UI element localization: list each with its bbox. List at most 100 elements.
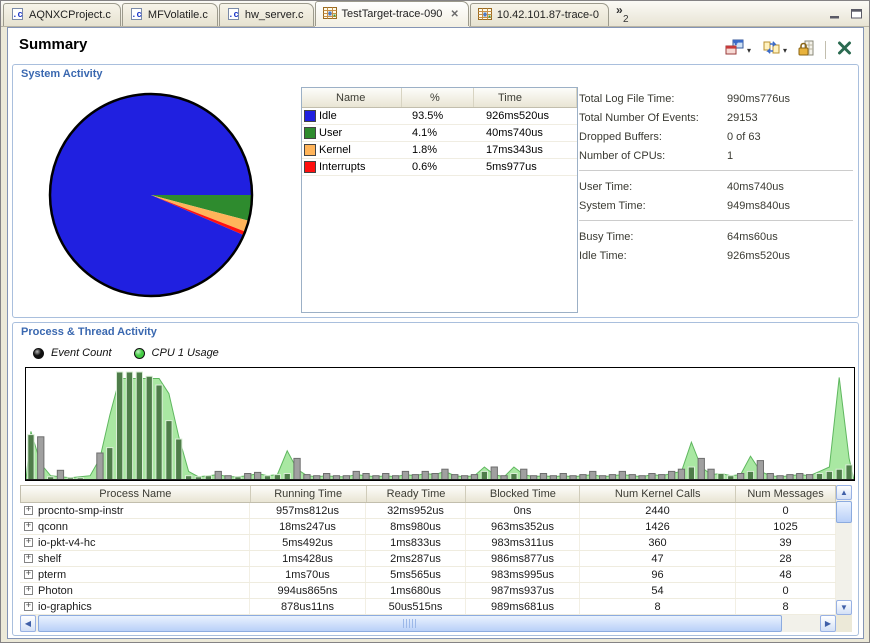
process-table-column-header[interactable]: Ready Time [367,486,467,502]
stat-value: 990ms776us [727,92,790,105]
horizontal-scroll-thumb[interactable] [38,615,782,632]
activity-chart-legend: Event Count CPU 1 Usage [33,347,219,359]
stat-value: 949ms840us [727,199,790,212]
svg-text:.c: .c [228,10,239,20]
running-time-cell: 18ms247us [250,519,366,534]
editor-tab[interactable]: .c hw_server.c [218,3,314,26]
expand-icon[interactable]: + [24,522,33,531]
exchange-icon [762,40,781,60]
dropdown-caret-icon: ▾ [746,45,751,55]
stat-label: Idle Time: [579,249,627,262]
process-table-row[interactable]: + io-pkt-v4-hc 5ms492us 1ms833us 983ms311us 3… [20,535,836,551]
vertical-scroll-thumb[interactable] [836,501,852,523]
kernel-calls-cell: 96 [580,567,736,582]
running-time-cell: 1ms428us [250,551,366,566]
vertical-scrollbar[interactable]: ▲ ▼ [836,485,852,615]
system-table-row: Idle 93.5% 926ms520us [302,108,577,125]
messages-cell: 0 [736,503,836,518]
process-table-column-header[interactable]: Blocked Time [466,486,581,502]
expand-icon[interactable]: + [24,538,33,547]
blocked-time-cell: 963ms352us [466,519,580,534]
svg-text:.c: .c [12,10,23,20]
process-table-column-header[interactable]: Running Time [251,486,367,502]
state-name-cell: Kernel [302,144,402,156]
process-name-cell: + qconn [20,519,250,534]
stat-row: Number of CPUs: 1 [579,146,853,165]
process-table-column-header[interactable]: Num Kernel Calls [580,486,737,502]
stat-row: Busy Time: 64ms60us [579,227,853,246]
kernel-calls-cell: 1426 [580,519,736,534]
stat-value: 40ms740us [727,180,784,193]
close-view-button[interactable] [834,38,855,63]
process-name-cell: + io-graphics [20,599,250,614]
process-table-row[interactable]: + procnto-smp-instr 957ms812us 32ms952us 0ns… [20,503,836,519]
editor-tab[interactable]: 10.42.101.87-trace-0 [469,3,609,26]
scroll-right-button[interactable]: ▶ [820,615,836,632]
color-swatch [304,144,316,156]
process-table-row[interactable]: + qconn 18ms247us 8ms980us 963ms352us 1426 102… [20,519,836,535]
stat-value: 64ms60us [727,230,778,243]
minimize-icon[interactable] [829,6,842,24]
maximize-icon[interactable] [850,6,863,24]
process-table-row[interactable]: + pterm 1ms70us 5ms565us 983ms995us 96 48 [20,567,836,583]
expand-icon[interactable]: + [24,602,33,611]
expand-icon[interactable]: + [24,554,33,563]
ready-time-cell: 50us515ns [366,599,466,614]
system-table-column-header[interactable]: % [402,88,474,107]
process-activity-section: Process & Thread Activity Event Count CPU… [12,322,859,636]
stat-label: System Time: [579,199,646,212]
process-table-row[interactable]: + shelf 1ms428us 2ms287us 986ms877us 47 28 [20,551,836,567]
scroll-up-button[interactable]: ▲ [836,485,852,500]
system-table-column-header[interactable]: Time [474,88,577,107]
system-activity-table: Name% Time Idle 93.5% 926ms520us User 4.1% 40m… [301,87,578,313]
process-table-column-header[interactable]: Process Name [21,486,251,502]
system-activity-pie-chart [48,92,254,298]
tab-label: AQNXCProject.c [29,9,111,21]
expand-icon[interactable]: + [24,570,33,579]
process-name-cell: + procnto-smp-instr [20,503,250,518]
messages-cell: 48 [736,567,836,582]
tab-label: hw_server.c [244,9,304,21]
editor-tab[interactable]: TestTarget-trace-090 ✕ [314,1,469,26]
svg-text:.c: .c [131,10,142,20]
process-table-row[interactable]: + Photon 994us865ns 1ms680us 987ms937us 54 0 [20,583,836,599]
kernel-calls-cell: 47 [580,551,736,566]
blocked-time-cell: 983ms311us [466,535,580,550]
editor-tab-bar: .c AQNXCProject.c .c MFVolatile.c .c hw_serve… [1,1,869,27]
stat-label: Busy Time: [579,230,634,243]
lock-table-button[interactable] [795,37,817,64]
scroll-down-button[interactable]: ▼ [836,600,852,615]
state-time-cell: 5ms977us [486,161,537,173]
stat-value: 1 [727,149,734,162]
toolbar-separator [825,41,826,59]
tab-close-icon[interactable]: ✕ [450,9,458,20]
legend-dot-icon [133,347,145,359]
tab-overflow-chevron[interactable]: » 2 [616,4,629,25]
horizontal-scrollbar[interactable]: ◀ ▶ [20,615,836,632]
expand-icon[interactable]: + [24,586,33,595]
system-table-column-header[interactable]: Name [302,88,402,107]
blocked-time-cell: 983ms995us [466,567,580,582]
legend-item: CPU 1 Usage [133,347,219,359]
process-table-column-header[interactable]: Num Messages [736,486,836,502]
state-pct-cell: 93.5% [412,110,444,122]
panes-menu-button[interactable]: ▾ [722,36,754,64]
editor-tab[interactable]: .c AQNXCProject.c [3,3,121,26]
editor-tab[interactable]: .c MFVolatile.c [121,3,218,26]
running-time-cell: 957ms812us [250,503,366,518]
scroll-left-button[interactable]: ◀ [20,615,36,632]
stat-label: Total Log File Time: [579,92,675,105]
expand-icon[interactable]: + [24,506,33,515]
state-time-cell: 40ms740us [486,127,543,139]
stat-row: Dropped Buffers: 0 of 63 [579,127,853,146]
stat-row: Total Number Of Events: 29153 [579,108,853,127]
lock-icon [798,40,814,61]
stat-row: System Time: 949ms840us [579,196,853,215]
kernel-calls-cell: 2440 [580,503,736,518]
system-table-row: Interrupts 0.6% 5ms977us [302,159,577,176]
tab-label: 10.42.101.87-trace-0 [496,9,599,21]
system-activity-title: System Activity [21,68,103,80]
process-activity-title: Process & Thread Activity [21,326,157,338]
process-table-row[interactable]: + io-graphics 878us11ns 50us515ns 989ms681us… [20,599,836,615]
exchange-menu-button[interactable]: ▾ [759,37,790,63]
